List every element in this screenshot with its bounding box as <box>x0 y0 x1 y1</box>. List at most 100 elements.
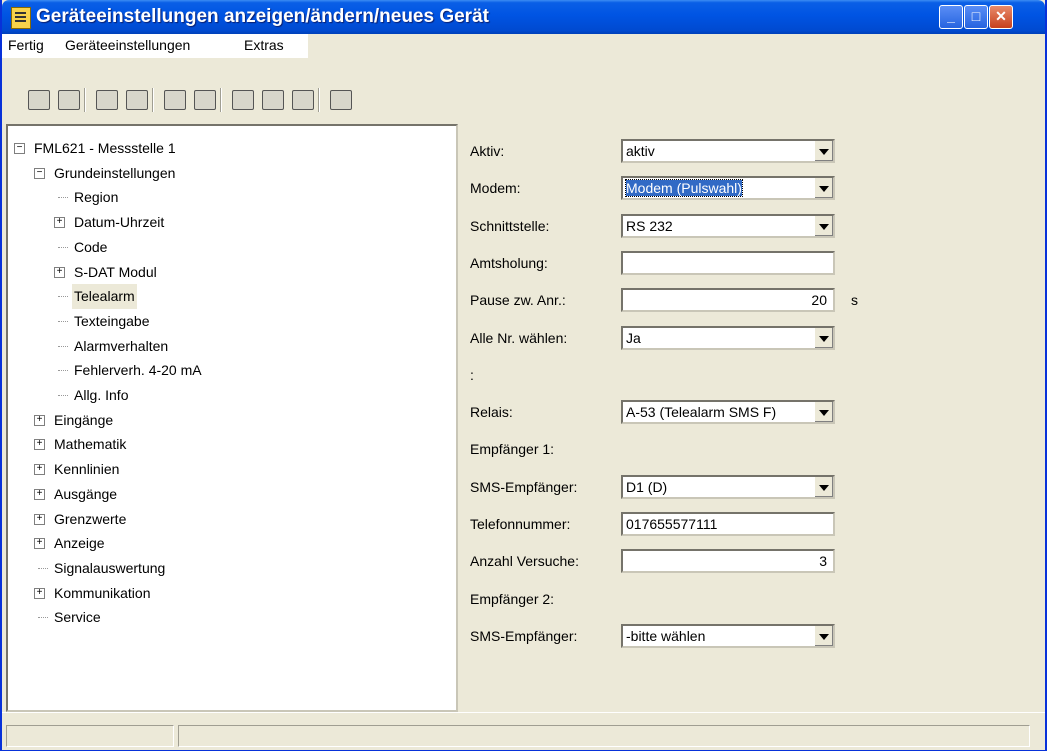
settings-icon[interactable] <box>292 90 314 110</box>
chevron-down-icon[interactable] <box>814 141 833 161</box>
settings-panel: Aktiv: aktiv Modem: Modem (Pulswahl) Schnitt… <box>458 124 1045 712</box>
tree-item-label: Fehlerverh. 4-20 mA <box>74 362 202 379</box>
chevron-down-icon[interactable] <box>814 215 833 236</box>
tree-item-label: Code <box>74 238 108 255</box>
field-value: A-53 (Telealarm SMS F) <box>626 404 777 421</box>
field-label: Alle Nr. wählen: <box>470 329 568 346</box>
field-label: Relais: <box>470 404 513 421</box>
field-label: Anzahl Versuche: <box>470 553 579 570</box>
device-icon[interactable] <box>58 90 80 110</box>
properties-icon[interactable] <box>232 90 254 110</box>
text-field[interactable] <box>621 250 835 275</box>
field-value: 3 <box>819 553 827 570</box>
chevron-down-icon[interactable] <box>814 625 833 646</box>
main-window: Geräteeinstellungen anzeigen/ändern/neue… <box>0 0 1047 751</box>
tree-item-label: Eingänge <box>54 411 114 428</box>
connect-icon[interactable] <box>194 90 216 110</box>
app-icon <box>11 7 31 29</box>
dropdown-field[interactable]: -bitte wählen <box>621 623 835 648</box>
tree-item-label: Signalauswertung <box>54 559 166 576</box>
expand-icon[interactable]: + <box>54 266 65 278</box>
toolbar-strip <box>10 86 1040 114</box>
status-pane-1 <box>6 725 174 747</box>
field-label: Schnittstelle: <box>470 217 550 234</box>
maximize-button[interactable]: □ <box>964 5 988 29</box>
field-label: Modem: <box>470 180 521 197</box>
chevron-down-icon[interactable] <box>814 327 833 348</box>
toolbar-separator <box>220 88 222 112</box>
expand-icon[interactable]: + <box>34 464 45 476</box>
dropdown-field[interactable]: Ja <box>621 325 835 350</box>
tree-icon[interactable] <box>330 90 352 110</box>
field-label: Empfänger 1: <box>470 441 555 458</box>
field-value: Modem (Pulswahl) <box>625 179 743 198</box>
minimize-button[interactable]: _ <box>939 5 963 29</box>
tree-item-label: Kommunikation <box>54 584 151 601</box>
tree-line <box>58 395 68 396</box>
menu-area: Fertig Geräteeinstellungen Extras <box>2 34 308 58</box>
tree-item-label: Anzeige <box>54 535 105 552</box>
tree-line <box>38 617 48 619</box>
dropdown-field[interactable]: A-53 (Telealarm SMS F) <box>621 400 835 425</box>
dropdown-field[interactable]: D1 (D) <box>621 474 835 499</box>
expand-icon[interactable]: + <box>54 217 65 229</box>
field-value: aktiv <box>626 143 655 159</box>
expand-icon[interactable]: + <box>34 414 45 426</box>
expand-icon[interactable]: + <box>34 439 45 451</box>
tree-line <box>58 246 68 248</box>
save-icon[interactable] <box>28 90 50 110</box>
text-field[interactable]: 3 <box>621 549 835 574</box>
tree-item-label: Alarmverhalten <box>74 337 169 354</box>
tree-item-label: Allg. Info <box>74 387 129 403</box>
chevron-down-icon[interactable] <box>814 476 833 497</box>
tree-item-label: Region <box>74 189 119 206</box>
expand-icon[interactable]: + <box>34 538 45 550</box>
read-icon[interactable] <box>96 90 118 110</box>
toolbar <box>2 58 1045 120</box>
tree-item-label: Ausgänge <box>54 485 118 502</box>
menu-bar: Fertig Geräteeinstellungen Extras <box>2 34 1045 59</box>
menu-geraeteeinstellungen[interactable]: Geräteeinstellungen <box>65 37 190 53</box>
tree-item-label: Grundeinstellungen <box>54 164 176 181</box>
field-label: Aktiv: <box>470 143 505 159</box>
field-label: : <box>470 366 474 383</box>
tree-item-label: Telealarm <box>72 284 137 309</box>
expand-icon[interactable]: + <box>34 587 45 599</box>
menu-extras[interactable]: Extras <box>244 37 284 53</box>
tree-item-label: FML621 - Messstelle 1 <box>34 140 176 156</box>
dropdown-field[interactable]: Modem (Pulswahl) <box>621 176 835 201</box>
title-bar[interactable]: Geräteeinstellungen anzeigen/ändern/neue… <box>2 0 1045 34</box>
field-value: RS 232 <box>626 217 673 234</box>
chevron-down-icon[interactable] <box>814 402 833 423</box>
menu-fertig[interactable]: Fertig <box>8 37 44 53</box>
text-field[interactable]: 017655577111 <box>621 512 835 536</box>
tree-pane: − FML621 - Messstelle 1− Grundeinstellunge… <box>6 124 458 712</box>
tree-item-label: Texteingabe <box>74 312 150 329</box>
field-value: D1 (D) <box>626 478 668 495</box>
toolbar-separator <box>152 88 154 112</box>
dropdown-field[interactable]: RS 232 <box>621 213 835 238</box>
chevron-down-icon[interactable] <box>814 178 833 199</box>
transfer-icon[interactable] <box>164 90 186 110</box>
field-value: 20 <box>811 292 827 309</box>
toolbar-separator <box>318 88 320 112</box>
tree-line <box>58 296 68 298</box>
dropdown-field[interactable]: aktiv <box>621 139 835 163</box>
field-value: 017655577111 <box>626 516 718 532</box>
field-label: Telefonnummer: <box>470 516 571 532</box>
collapse-icon[interactable]: − <box>14 143 25 154</box>
field-label: Amtsholung: <box>470 254 548 271</box>
close-button[interactable]: ✕ <box>989 5 1013 29</box>
expand-icon[interactable]: + <box>34 513 45 525</box>
expand-icon[interactable]: + <box>34 488 45 500</box>
field-label: SMS-Empfänger: <box>470 478 578 495</box>
field-value: -bitte wählen <box>626 627 706 644</box>
tree-line <box>58 320 68 322</box>
status-bar <box>2 712 1045 750</box>
field-label: Empfänger 2: <box>470 590 555 607</box>
tree-item-label: S-DAT Modul <box>74 263 157 280</box>
collapse-icon[interactable]: − <box>34 167 45 179</box>
network-icon[interactable] <box>262 90 284 110</box>
text-field[interactable]: 20 <box>621 288 835 313</box>
print-icon[interactable] <box>126 90 148 110</box>
